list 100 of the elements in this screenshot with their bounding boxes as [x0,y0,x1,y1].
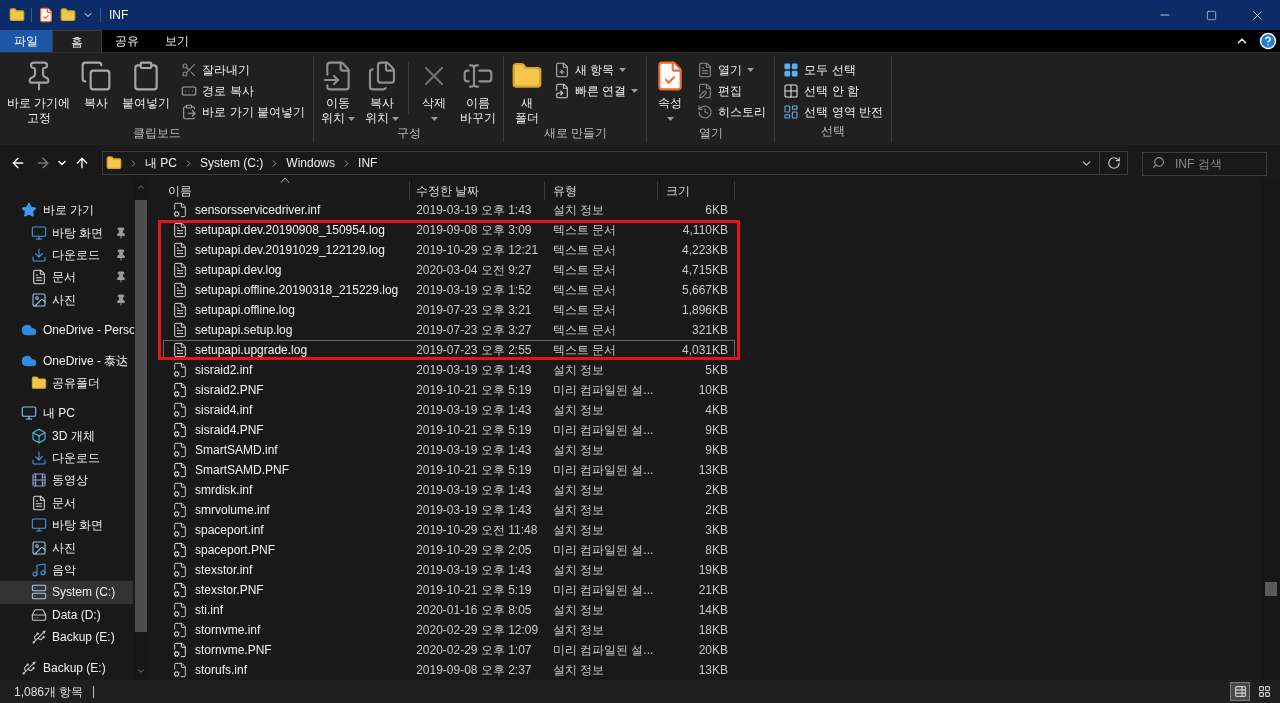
nav-item[interactable]: 문서 [0,266,133,289]
scroll-down-icon [136,666,146,676]
file-row[interactable]: sti.inf 2020-01-16 오후 8:05 설치 정보 14KB [163,600,735,620]
file-row[interactable]: setupapi.offline.log 2019-07-23 오후 3:21 텍스트 문서 1,896KB [163,300,735,320]
file-row[interactable]: stexstor.inf 2019-03-19 오후 1:43 설치 정보 19KB [163,560,735,580]
refresh-button[interactable] [1100,151,1128,175]
nav-item[interactable]: Data (D:) [0,603,133,627]
ribbon-button[interactable]: 복사 위치 [360,56,404,128]
nav-item[interactable]: 바탕 화면 [0,221,133,244]
column-header[interactable]: 수정한 날짜 [410,181,545,200]
column-header[interactable]: 이름 [160,181,410,200]
details-view-icon[interactable] [1230,682,1250,701]
nav-item[interactable]: 사진 [0,288,133,311]
ribbon-button[interactable]: 복사 [75,56,118,128]
file-row[interactable]: stexstor.PNF 2019-10-21 오후 5:19 미리 컴파일된 설... 21KB [163,580,735,600]
column-header[interactable]: 유형 [545,181,658,200]
back-button[interactable] [10,155,26,171]
ribbon-tab[interactable]: 홈 [52,30,102,52]
ribbon-button[interactable]: 잘라내기 [179,59,307,80]
file-row[interactable]: sisraid4.PNF 2019-10-21 오후 5:19 미리 컴파일된 설... 9KB [163,420,735,440]
text-file-icon [172,322,188,338]
file-row[interactable]: smrvolume.inf 2019-03-19 오후 1:43 설치 정보 2KB [163,500,735,520]
text-file-icon [172,342,188,358]
ribbon-button[interactable]: 새 항목 [552,59,641,80]
file-row[interactable]: setupapi.dev.20191029_122129.log 2019-10-29 오후 12:21 텍스트 문서 4,223KB [163,240,735,260]
nav-item[interactable]: System (C:) [0,581,133,604]
ribbon-button[interactable]: 편집 [695,80,769,101]
file-row[interactable]: setupapi.offline.20190318_215229.log 2019-03-19 오후 1:52 텍스트 문서 5,667KB [163,280,735,300]
ribbon-button[interactable]: 경로 복사 [179,80,307,101]
file-name: sisraid4.inf [195,402,253,419]
folder-icon[interactable] [60,7,76,23]
ribbon-button[interactable]: 속성 [649,56,692,128]
nav-item[interactable]: Backup (E:) [0,626,133,649]
ribbon-button[interactable]: 삭제 [413,56,455,128]
up-button[interactable] [74,155,90,171]
nav-item[interactable]: 내 PC [0,402,133,425]
ribbon-button[interactable]: 바로 가기 붙여넣기 [179,101,307,122]
nav-item[interactable]: 바로 가기 [0,199,133,222]
file-row[interactable]: storufs.inf 2019-09-08 오후 2:37 설치 정보 13KB [163,660,735,680]
nav-item[interactable]: 다운로드 [0,243,133,267]
forward-button[interactable] [35,155,51,171]
file-row[interactable]: SmartSAMD.PNF 2019-10-21 오후 5:19 미리 컴파일된 설... 13KB [163,460,735,480]
modified-date: 2019-03-19 오후 1:43 [415,442,533,459]
ribbon-button[interactable]: 선택 안 함 [781,80,886,101]
file-type: 설치 정보 [551,402,605,419]
file-row[interactable]: smrdisk.inf 2019-03-19 오후 1:43 설치 정보 2KB [163,480,735,500]
ribbon-button[interactable]: 모두 선택 [781,59,886,80]
breadcrumb[interactable]: Windows [286,154,336,172]
column-header[interactable]: 크기 [658,181,735,200]
file-row[interactable]: setupapi.dev.log 2020-03-04 오전 9:27 텍스트 문서 4,715KB [163,260,735,280]
window-title: INF [109,7,129,24]
file-row[interactable]: spaceport.inf 2019-10-29 오전 11:48 설치 정보 3KB [163,520,735,540]
nav-item[interactable]: 공유폴더 [0,371,133,395]
download-icon [31,246,47,263]
file-row[interactable]: SmartSAMD.inf 2019-03-19 오후 1:43 설치 정보 9KB [163,440,735,460]
breadcrumb[interactable]: System (C:) [200,154,264,172]
file-row[interactable]: stornvme.inf 2020-02-29 오후 12:09 설치 정보 18KB [163,620,735,640]
breadcrumb[interactable]: 내 PC [145,154,177,172]
pen-document-icon [697,82,714,99]
file-row[interactable]: sensorsservicedriver.inf 2019-03-19 오후 1:43 설치 정보 6KB [163,200,735,220]
file-name: spaceport.PNF [195,542,276,559]
nav-item[interactable]: 3D 개체 [0,424,133,447]
ribbon-button[interactable]: 새 폴더 [506,56,548,128]
file-row[interactable]: setupapi.dev.20190908_150954.log 2019-09-08 오후 3:09 텍스트 문서 4,110KB [163,220,735,240]
ribbon-button[interactable]: 이동 위치 [316,56,360,128]
ribbon-tab[interactable]: 파일 [0,30,52,52]
ribbon-button[interactable]: 히스토리 [695,101,769,122]
ribbon-button[interactable]: 붙여넣기 [117,56,176,128]
ribbon-button[interactable]: 선택 영역 반전 [781,101,886,122]
ribbon-button[interactable]: 빠른 연결 [552,80,641,101]
address-field[interactable]: 내 PC System (C:) Windows INF [102,151,1100,175]
ribbon-button[interactable]: 바로 가기에 고정 [2,56,76,128]
ribbon-button[interactable]: 열기 [695,59,769,80]
ribbon-tab[interactable]: 공유 [102,30,152,52]
nav-item[interactable]: OneDrive - 泰达 [0,349,133,372]
file-row[interactable]: sisraid2.inf 2019-03-19 오후 1:43 설치 정보 5KB [163,360,735,380]
nav-item[interactable]: 바탕 화면 [0,514,133,537]
folder-icon[interactable] [9,7,25,23]
ribbon-tab[interactable]: 보기 [152,30,202,52]
nav-item[interactable]: 문서 [0,491,133,515]
file-row[interactable]: stornvme.PNF 2020-02-29 오후 1:07 미리 컴파일된 설... 20KB [163,640,735,660]
nav-item[interactable]: 사진 [0,536,133,559]
nav-item[interactable]: 다운로드 [0,446,133,470]
nav-item[interactable]: Backup (E:) [0,656,133,679]
file-row[interactable]: spaceport.PNF 2019-10-29 오후 2:05 미리 컴파일된 설... 8KB [163,540,735,560]
nav-item[interactable]: 음악 [0,558,133,582]
text-file-icon [172,242,188,258]
file-size: 20KB [697,642,729,659]
ribbon-button[interactable]: 이름 바꾸기 [455,56,501,128]
checked-document-icon[interactable] [38,7,54,23]
file-row[interactable]: setupapi.setup.log 2019-07-23 오후 3:27 텍스트 문서 321KB [163,320,735,340]
file-row[interactable]: sisraid4.inf 2019-03-19 오후 1:43 설치 정보 4KB [163,400,735,420]
breadcrumb[interactable]: INF [358,154,378,172]
help-icon[interactable] [1259,32,1277,50]
file-row[interactable]: setupapi.upgrade.log 2019-07-23 오후 2:55 텍스트 문서 4,031KB [163,340,735,360]
file-row[interactable]: sisraid2.PNF 2019-10-21 오후 5:19 미리 컴파일된 설... 10KB [163,380,735,400]
search-field[interactable]: INF 검색 [1142,152,1267,176]
nav-item[interactable]: 동영상 [0,469,133,492]
drive-icon [31,606,47,623]
file-size: 4,223KB [680,242,729,259]
